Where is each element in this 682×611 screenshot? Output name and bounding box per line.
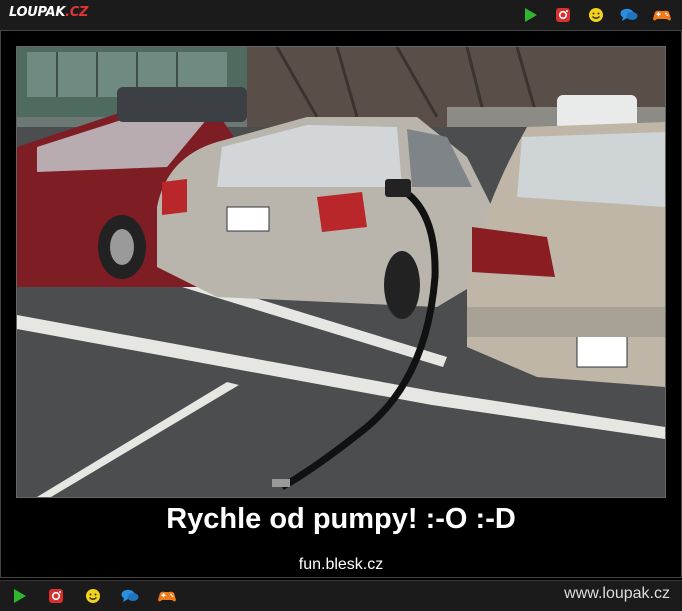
site-url[interactable]: www.loupak.cz bbox=[564, 585, 670, 603]
post-caption: Rychle od pumpy! :-O :-D bbox=[166, 503, 516, 535]
chat-icon[interactable] bbox=[619, 5, 639, 25]
chat-icon[interactable] bbox=[120, 586, 140, 606]
post-source[interactable]: fun.blesk.cz bbox=[0, 556, 682, 574]
logo-text: LOUPAK bbox=[9, 5, 66, 20]
logo-suffix: .CZ bbox=[65, 5, 89, 20]
parking-lot-photo bbox=[17, 47, 665, 497]
gamepad-icon[interactable] bbox=[157, 586, 177, 606]
top-bar: LOUPAK.CZ bbox=[0, 0, 682, 31]
gamepad-icon[interactable] bbox=[652, 5, 672, 25]
instagram-icon[interactable] bbox=[46, 586, 66, 606]
top-icon-bar bbox=[520, 5, 672, 25]
post-image[interactable] bbox=[16, 46, 666, 498]
play-icon[interactable] bbox=[520, 5, 540, 25]
bottom-icon-bar bbox=[9, 586, 177, 606]
site-logo[interactable]: LOUPAK.CZ bbox=[9, 5, 88, 20]
instagram-icon[interactable] bbox=[553, 5, 573, 25]
smiley-icon[interactable] bbox=[586, 5, 606, 25]
smiley-icon[interactable] bbox=[83, 586, 103, 606]
play-icon[interactable] bbox=[9, 586, 29, 606]
